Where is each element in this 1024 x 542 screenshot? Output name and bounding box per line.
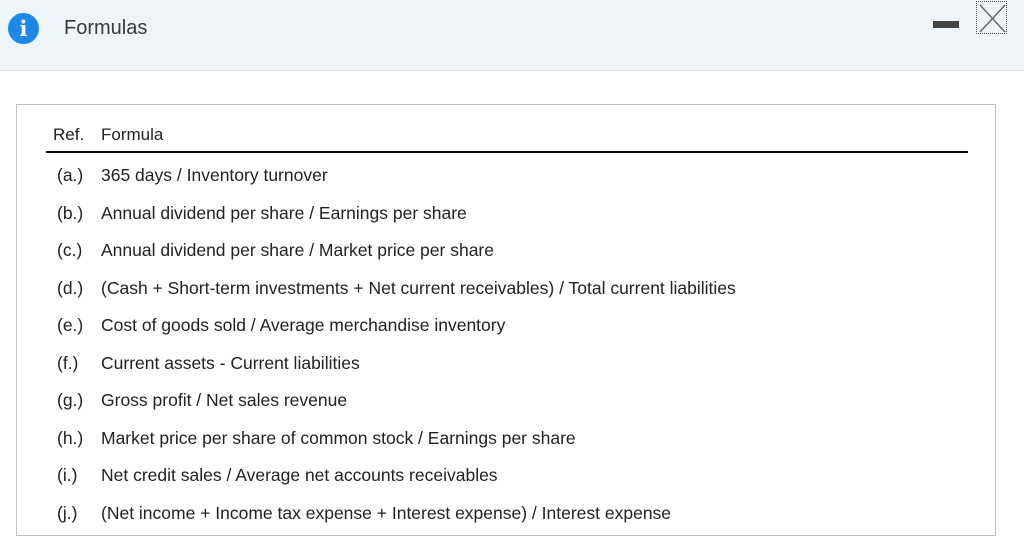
- row-ref: (g.): [57, 390, 84, 410]
- minimize-icon: [933, 21, 959, 28]
- table-row: (j.) (Net income + Income tax expense + I…: [46, 498, 968, 536]
- table-row: (a.) 365 days / Inventory turnover: [46, 160, 968, 198]
- row-formula: Cost of goods sold / Average merchandise…: [101, 315, 506, 335]
- row-ref: (d.): [57, 277, 84, 298]
- close-icon: [979, 4, 1006, 33]
- table-row: (f.) Current assets - Current liabilities: [46, 348, 968, 386]
- row-ref: (a.): [57, 165, 84, 185]
- row-ref: (f.): [57, 352, 79, 373]
- row-formula: (Net income + Income tax expense + Inter…: [101, 502, 672, 523]
- column-header-ref: Ref.: [53, 125, 85, 144]
- minimize-button[interactable]: [933, 8, 959, 38]
- formulas-panel: Ref. Formula (a.) 365 days / Inventory tu…: [16, 104, 996, 536]
- row-formula: Market price per share of common stock /…: [101, 427, 576, 448]
- row-ref: (h.): [57, 427, 84, 448]
- formulas-dialog: i Formulas Ref. Formula (a.) 365 days / I…: [0, 0, 1024, 542]
- row-ref: (b.): [57, 202, 84, 223]
- dialog-title: Formulas: [64, 17, 148, 39]
- close-button[interactable]: [976, 1, 1007, 34]
- formula-list: (a.) 365 days / Inventory turnover (b.) Ann…: [46, 160, 968, 535]
- info-icon: i: [8, 13, 39, 44]
- row-formula: Annual dividend per share / Earnings per…: [101, 202, 467, 223]
- table-row: (d.) (Cash + Short-term investments + Net…: [46, 273, 968, 311]
- table-row: (h.) Market price per share of common sto…: [46, 423, 968, 461]
- row-formula: Current assets - Current liabilities: [101, 352, 360, 373]
- row-ref: (e.): [57, 315, 84, 335]
- row-ref: (i.): [57, 465, 78, 485]
- row-formula: Net credit sales / Average net accounts …: [101, 465, 498, 485]
- row-formula: Gross profit / Net sales revenue: [101, 390, 348, 410]
- table-row: (g.) Gross profit / Net sales revenue: [46, 385, 968, 423]
- row-formula: Annual dividend per share / Market price…: [101, 240, 494, 260]
- dialog-header: i Formulas: [0, 0, 1024, 71]
- table-row: (i.) Net credit sales / Average net accou…: [46, 460, 968, 498]
- table-row: (c.) Annual dividend per share / Market p…: [46, 235, 968, 273]
- row-formula: 365 days / Inventory turnover: [101, 165, 328, 185]
- table-row: (e.) Cost of goods sold / Average merchan…: [46, 310, 968, 348]
- row-ref: (j.): [57, 502, 78, 523]
- row-ref: (c.): [57, 240, 83, 260]
- table-row: (b.) Annual dividend per share / Earnings…: [46, 198, 968, 236]
- row-formula: (Cash + Short-term investments + Net cur…: [101, 277, 736, 298]
- column-header-formula: Formula: [101, 125, 164, 144]
- table-header: Ref. Formula: [46, 120, 968, 153]
